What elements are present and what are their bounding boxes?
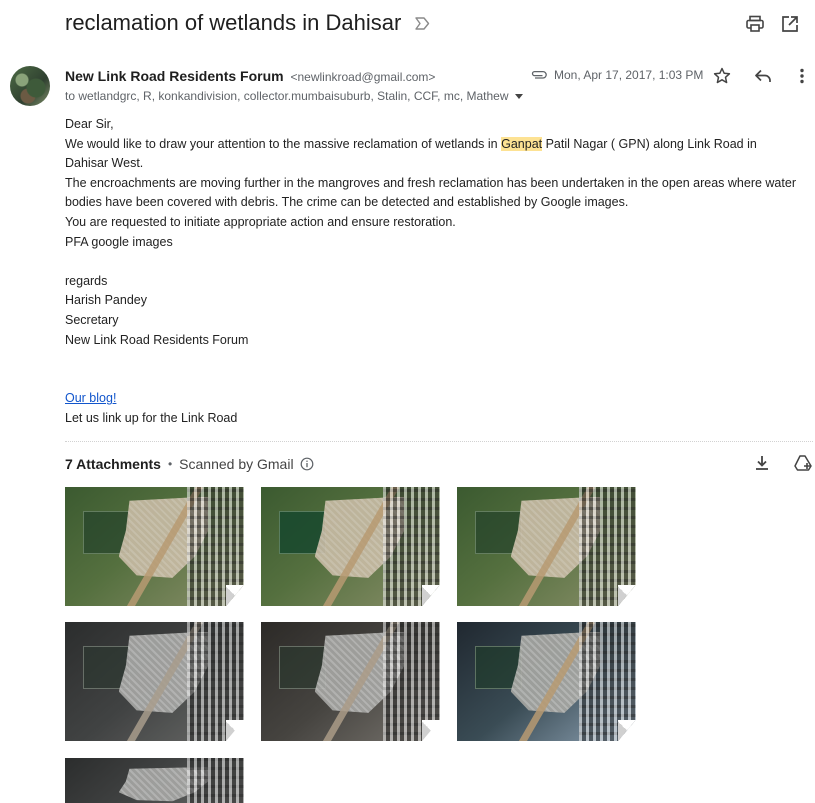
attachment-thumbnail-1[interactable]: [65, 487, 244, 606]
attachments-divider: [65, 441, 813, 442]
signature-title: Secretary: [65, 312, 119, 327]
open-new-window-icon[interactable]: [780, 14, 800, 34]
tagline: Let us link up for the Link Road: [65, 410, 238, 425]
attachments-header: 7 Attachments • Scanned by Gmail: [65, 456, 314, 472]
sender-email: <newlinkroad@gmail.com>: [290, 70, 436, 84]
download-icon[interactable]: [752, 453, 772, 473]
attachment-thumbnail-4[interactable]: [65, 622, 244, 741]
search-highlight: Ganpat: [501, 136, 543, 151]
message-body: Dear Sir, We would like to draw your att…: [65, 115, 800, 429]
body-paragraph-1: We would like to draw your attention to …: [65, 135, 800, 174]
info-icon[interactable]: [300, 457, 314, 471]
greeting: Dear Sir,: [65, 117, 114, 131]
scanned-by-gmail: Scanned by Gmail: [179, 456, 294, 472]
thread-actions: [735, 14, 815, 36]
body-paragraph-4: PFA google images: [65, 234, 173, 249]
attachment-clip-icon: [531, 70, 547, 79]
attachment-thumbnail-5[interactable]: [261, 622, 440, 741]
attachments-actions: [752, 453, 814, 475]
label-important-icon[interactable]: [415, 16, 430, 30]
message-meta: Mon, Apr 17, 2017, 1:03 PM: [530, 68, 703, 82]
attachment-thumbnail-6[interactable]: [457, 622, 636, 741]
subject-text: reclamation of wetlands in Dahisar: [65, 10, 402, 35]
body-paragraph-3: You are requested to initiate appropriat…: [65, 214, 456, 229]
sender-name[interactable]: New Link Road Residents Forum: [65, 68, 284, 84]
message-date: Mon, Apr 17, 2017, 1:03 PM: [554, 68, 704, 82]
attachment-thumbnail-3[interactable]: [457, 487, 636, 606]
message-actions: [712, 66, 812, 88]
signature-org: New Link Road Residents Forum: [65, 332, 249, 347]
chevron-down-icon[interactable]: [514, 93, 523, 99]
recipients-text: to wetlandgrc, R, konkandivision, collec…: [65, 89, 509, 103]
more-vert-icon[interactable]: [792, 66, 812, 86]
add-to-drive-icon[interactable]: [793, 453, 813, 473]
separator-dot: •: [167, 457, 173, 471]
sender-line: New Link Road Residents Forum <newlinkro…: [65, 68, 435, 84]
sender-avatar[interactable]: [10, 66, 50, 106]
reply-icon[interactable]: [753, 66, 773, 86]
attachment-thumbnail-2[interactable]: [261, 487, 440, 606]
attachment-thumbnail-7[interactable]: [65, 758, 244, 803]
p1-start: We would like to draw your attention to …: [65, 136, 502, 151]
recipients[interactable]: to wetlandgrc, R, konkandivision, collec…: [65, 89, 523, 103]
star-icon[interactable]: [712, 66, 732, 86]
regards: regards: [65, 273, 108, 288]
blog-link[interactable]: Our blog!: [65, 391, 116, 405]
email-subject: reclamation of wetlands in Dahisar: [65, 10, 430, 36]
body-paragraph-2: The encroachments are moving further in …: [65, 175, 796, 210]
attachments-count: 7 Attachments: [65, 456, 161, 472]
signature-name: Harish Pandey: [65, 293, 147, 308]
print-icon[interactable]: [745, 14, 765, 34]
